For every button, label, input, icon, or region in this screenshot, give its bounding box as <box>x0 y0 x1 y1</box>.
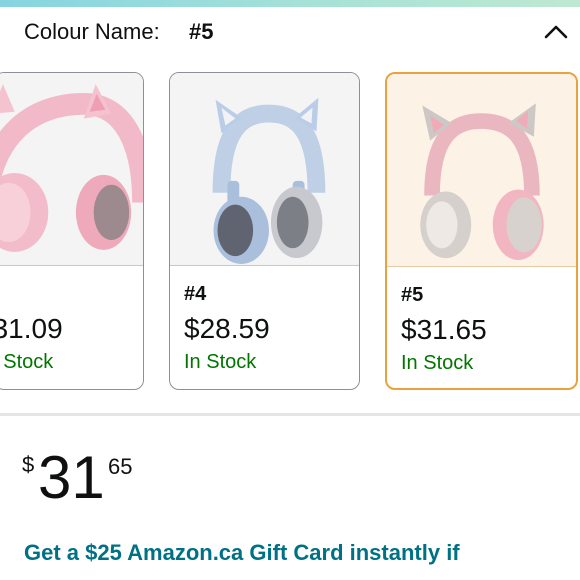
headphones-image <box>0 84 143 252</box>
swatch-stock-status: In Stock <box>401 352 474 374</box>
swatch-image <box>387 74 576 267</box>
section-divider <box>0 413 580 416</box>
swatch-price: $31.65 <box>401 314 487 345</box>
gift-card-promo-link[interactable]: Get a $25 Amazon.ca Gift Card instantly … <box>24 540 580 566</box>
swatch-image <box>170 73 359 266</box>
colour-selector-header[interactable]: Colour Name: #5 <box>0 7 580 57</box>
chevron-up-icon[interactable] <box>542 21 570 41</box>
headphones-image <box>420 103 544 261</box>
colour-swatch-4[interactable]: #4 $28.59 In Stock <box>169 72 360 390</box>
colour-name-label: Colour Name: <box>24 19 160 44</box>
swatch-stock-status: In Stock <box>0 351 54 373</box>
colour-swatch-5-selected[interactable]: #5 $31.65 In Stock <box>385 72 578 390</box>
colour-swatch-3[interactable]: $31.09 In Stock <box>0 72 144 390</box>
colour-name-value: #5 <box>189 19 214 44</box>
headphones-image <box>212 97 326 264</box>
price-fraction: 65 <box>108 454 133 479</box>
swatch-stock-status: In Stock <box>184 351 257 373</box>
swatch-image <box>0 73 143 266</box>
top-accent-bar <box>0 0 580 7</box>
colour-swatch-carousel[interactable]: $31.09 In Stock #4 $28.59 In Stock <box>0 72 580 394</box>
swatch-number: #5 <box>401 284 424 306</box>
price-whole: 31 <box>38 444 105 511</box>
price-currency-symbol: $ <box>22 452 35 477</box>
swatch-number: #4 <box>184 283 207 305</box>
swatch-price: $28.59 <box>184 313 270 344</box>
swatch-price: $31.09 <box>0 313 63 344</box>
